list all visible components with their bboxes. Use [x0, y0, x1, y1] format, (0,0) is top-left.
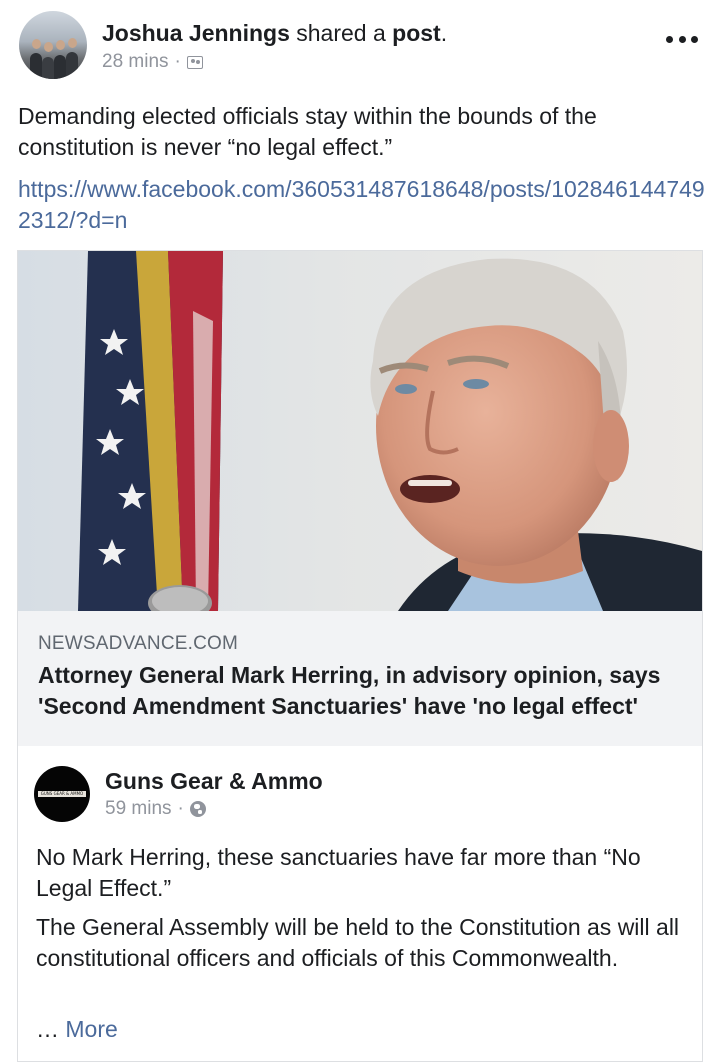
shared-page-post: GUNS GEAR & AMMO Guns Gear & Ammo 59 min… [18, 746, 702, 1061]
post-timestamp[interactable]: 28 mins [102, 51, 169, 73]
page-avatar-logo: GUNS GEAR & AMMO [38, 791, 86, 797]
post-header: Joshua Jennings shared a post. 28 mins · [0, 0, 720, 90]
meta-separator: · [174, 51, 181, 72]
see-more-link[interactable]: More [65, 1016, 117, 1042]
friends-icon [186, 55, 203, 69]
page-avatar[interactable]: GUNS GEAR & AMMO [34, 766, 90, 822]
post-meta: 28 mins · [102, 51, 203, 73]
shared-post-link[interactable]: post [392, 20, 441, 46]
link-headline[interactable]: Attorney General Mark Herring, in adviso… [38, 660, 688, 722]
dot [666, 35, 673, 43]
see-more: … More [36, 1014, 118, 1045]
dot [678, 35, 686, 43]
author-avatar[interactable] [19, 11, 87, 79]
meta-separator: · [177, 798, 184, 819]
more-options-icon[interactable] [662, 24, 702, 54]
shared-card[interactable]: NEWSADVANCE.COM Attorney General Mark He… [17, 250, 703, 1062]
globe-icon [189, 801, 206, 817]
ellipsis: … [36, 1016, 59, 1042]
link-preview[interactable]: NEWSADVANCE.COM Attorney General Mark He… [18, 611, 702, 746]
post-text: Demanding elected officials stay within … [18, 103, 597, 160]
page-name[interactable]: Guns Gear & Ammo [105, 768, 323, 795]
page-post-paragraph-1: No Mark Herring, these sanctuaries have … [36, 844, 641, 901]
article-photo[interactable] [18, 251, 702, 611]
page-post-paragraph-2: The General Assembly will be held to the… [36, 914, 680, 971]
author-name[interactable]: Joshua Jennings [102, 20, 290, 46]
author-line: Joshua Jennings shared a post. [102, 20, 447, 47]
page-post-timestamp[interactable]: 59 mins [105, 798, 172, 820]
page-post-meta: 59 mins · [105, 798, 206, 820]
post-url-link[interactable]: https://www.facebook.com/360531487618648… [18, 174, 708, 236]
share-action-text: shared a [296, 20, 386, 46]
dot [691, 35, 698, 43]
author-line-period: . [440, 20, 448, 46]
link-domain: NEWSADVANCE.COM [38, 633, 239, 654]
